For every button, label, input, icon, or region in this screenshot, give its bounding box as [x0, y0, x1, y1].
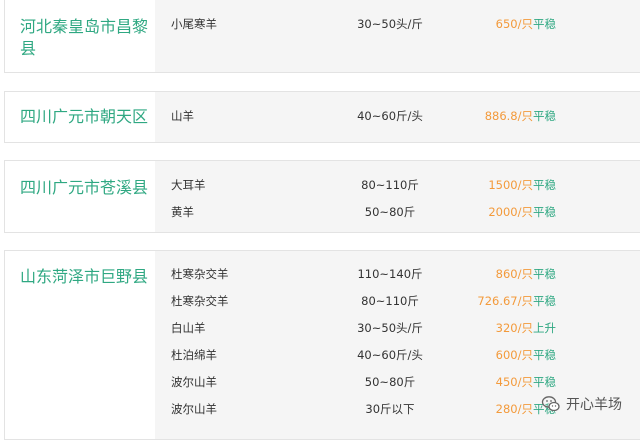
trend-text: 平稳	[533, 178, 556, 192]
breed-name: 小尾寒羊	[171, 17, 217, 31]
table-row: 杜泊绵羊 40~60斤/头 600/只 平稳	[155, 342, 640, 368]
breed-name: 黄羊	[171, 205, 194, 219]
breed-name: 波尔山羊	[171, 375, 217, 389]
spec-text: 110~140斤	[357, 267, 423, 281]
region-name: 四川广元市朝天区	[20, 107, 149, 126]
trend-text: 平稳	[533, 17, 556, 31]
table-row: 山羊 40~60斤/头 886.8/只 平稳	[155, 103, 640, 129]
price-text: 650/只	[495, 17, 533, 31]
price-text: 600/只	[495, 348, 533, 362]
spec-text: 80~110斤	[361, 178, 419, 192]
spec-text: 80~110斤	[361, 294, 419, 308]
table-row: 黄羊 50~80斤 2000/只 平稳	[155, 199, 640, 225]
price-text: 280/只	[495, 402, 533, 416]
watermark-text: 开心羊场	[566, 397, 622, 413]
breed-name: 杜寒杂交羊	[171, 294, 229, 308]
listing-rows: 山羊 40~60斤/头 886.8/只 平稳	[155, 92, 640, 142]
trend-text: 平稳	[533, 109, 556, 123]
table-row: 杜寒杂交羊 80~110斤 726.67/只 平稳	[155, 288, 640, 314]
table-row: 小尾寒羊 30~50头/斤 650/只 平稳	[155, 11, 640, 37]
price-text: 860/只	[495, 267, 533, 281]
breed-name: 白山羊	[171, 321, 206, 335]
region-name: 四川广元市苍溪县	[20, 178, 149, 197]
breed-name: 山羊	[171, 109, 194, 123]
spec-text: 30~50头/斤	[357, 321, 423, 335]
trend-text: 平稳	[533, 205, 556, 219]
breed-name: 波尔山羊	[171, 402, 217, 416]
listing-card: 四川广元市朝天区 山羊 40~60斤/头 886.8/只 平稳	[4, 91, 640, 143]
wechat-icon	[541, 396, 560, 412]
breed-name: 大耳羊	[171, 178, 206, 192]
breed-name: 杜泊绵羊	[171, 348, 217, 362]
region-name: 山东菏泽市巨野县	[20, 267, 149, 286]
table-row: 杜寒杂交羊 110~140斤 860/只 平稳	[155, 261, 640, 287]
spec-text: 40~60斤/头	[357, 109, 423, 123]
spec-text: 30斤以下	[365, 402, 415, 416]
trend-text: 平稳	[533, 294, 556, 308]
listing-rows: 小尾寒羊 30~50头/斤 650/只 平稳	[155, 0, 640, 72]
spec-text: 50~80斤	[364, 205, 416, 219]
trend-text: 上升	[533, 321, 556, 335]
table-row: 白山羊 30~50头/斤 320/只 上升	[155, 315, 640, 341]
price-text: 886.8/只	[484, 109, 533, 123]
price-text: 2000/只	[488, 205, 533, 219]
spec-text: 40~60斤/头	[357, 348, 423, 362]
price-text: 726.67/只	[477, 294, 533, 308]
trend-text: 平稳	[533, 348, 556, 362]
breed-name: 杜寒杂交羊	[171, 267, 229, 281]
trend-text: 平稳	[533, 267, 556, 281]
spec-text: 30~50头/斤	[357, 17, 423, 31]
listing-rows: 大耳羊 80~110斤 1500/只 平稳 黄羊 50~80斤 2000/只 平…	[155, 161, 640, 232]
trend-text: 平稳	[533, 375, 556, 389]
spec-text: 50~80斤	[364, 375, 416, 389]
table-row: 大耳羊 80~110斤 1500/只 平稳	[155, 172, 640, 198]
price-text: 1500/只	[488, 178, 533, 192]
listing-card: 四川广元市苍溪县 大耳羊 80~110斤 1500/只 平稳 黄羊 50~80斤…	[4, 160, 640, 233]
listing-card: 河北秦皇岛市昌黎县 小尾寒羊 30~50头/斤 650/只 平稳	[4, 0, 640, 73]
watermark: 开心羊场	[541, 393, 622, 415]
region-name: 河北秦皇岛市昌黎县	[20, 17, 149, 58]
price-text: 320/只	[495, 321, 533, 335]
price-text: 450/只	[495, 375, 533, 389]
table-row: 波尔山羊 50~80斤 450/只 平稳	[155, 369, 640, 395]
